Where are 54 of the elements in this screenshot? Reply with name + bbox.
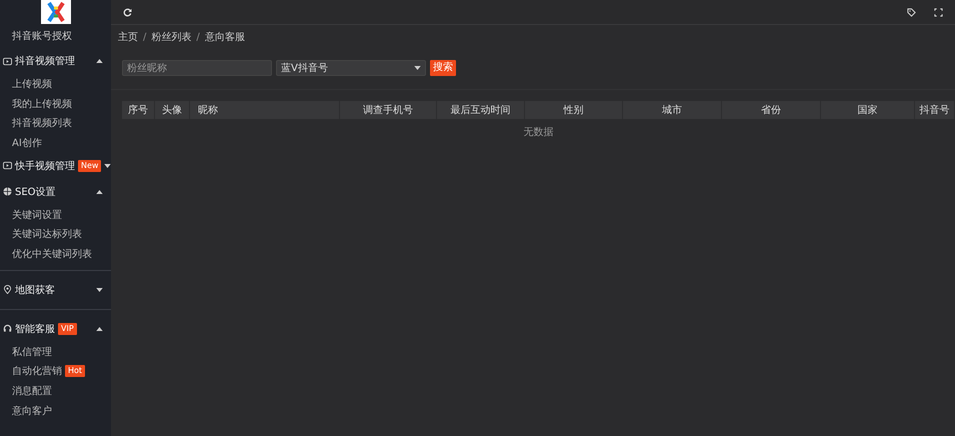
account-select[interactable]: 蓝V抖音号 — [276, 60, 426, 76]
sidebar-item[interactable]: 意向客户 — [12, 404, 52, 418]
breadcrumb-link[interactable]: 主页 — [118, 30, 138, 44]
sidebar-item[interactable]: 关键词达标列表 — [12, 227, 82, 242]
sidebar-item[interactable]: 关键词设置 — [12, 208, 62, 222]
column-header: 性别 — [525, 101, 623, 119]
column-header: 国家 — [821, 101, 915, 119]
caret-icon[interactable] — [414, 66, 421, 70]
breadcrumb-link[interactable]: 粉丝列表 — [151, 30, 192, 44]
sidebar-item[interactable]: 自动化营销 — [12, 364, 62, 378]
refresh-icon[interactable] — [123, 8, 132, 16]
caret-icon[interactable] — [96, 288, 103, 292]
sidebar-item[interactable]: 抖音视频列表 — [12, 116, 72, 130]
nickname-field[interactable]: 粉丝昵称 — [122, 60, 272, 76]
video-icon — [3, 56, 12, 66]
column-header: 昵称 — [190, 101, 340, 119]
column-header: 头像 — [155, 101, 190, 119]
column-header: 城市 — [623, 101, 722, 119]
fullscreen-icon[interactable] — [934, 8, 943, 16]
menu-group-label[interactable]: 快手视频管理 — [15, 158, 75, 173]
sidebar-item[interactable]: 优化中关键词列表 — [12, 246, 92, 261]
column-header: 抖音号 — [915, 101, 955, 119]
breadcrumb-separator: / — [196, 32, 200, 42]
sidebar-item[interactable]: 上传视频 — [12, 76, 52, 91]
search-button[interactable]: 搜索 — [430, 60, 456, 76]
caret-icon[interactable] — [96, 190, 103, 194]
menu-group-label[interactable]: SEO设置 — [15, 184, 56, 199]
breadcrumb-separator: / — [143, 32, 146, 42]
sidebar-item[interactable]: 私信管理 — [12, 344, 52, 359]
sidebar-item[interactable]: 消息配置 — [12, 384, 52, 398]
logo-icon — [40, 0, 70, 24]
menu-badge: Hot — [65, 365, 86, 378]
menu-group-label[interactable]: 抖音视频管理 — [15, 54, 75, 68]
column-header: 最后互动时间 — [437, 101, 525, 119]
caret-icon[interactable] — [104, 164, 112, 168]
breadcrumb-link[interactable]: 意向客服 — [204, 30, 245, 44]
globe-icon — [3, 187, 12, 196]
headset-icon — [3, 324, 12, 334]
column-header: 序号 — [122, 101, 155, 119]
caret-icon[interactable] — [96, 59, 103, 63]
menu-badge: New — [78, 160, 102, 172]
column-header: 调查手机号 — [340, 101, 437, 119]
menu-group-label[interactable]: 地图获客 — [15, 282, 55, 297]
pin-icon — [3, 285, 12, 294]
column-header: 省份 — [722, 101, 821, 119]
tag-icon[interactable] — [907, 8, 916, 16]
menu-badge: VIP — [58, 322, 77, 335]
sidebar-item[interactable]: 我的上传视频 — [12, 96, 72, 111]
menu-group-label[interactable]: 智能客服 — [15, 322, 55, 336]
caret-icon[interactable] — [96, 326, 103, 331]
sidebar-item[interactable]: AI创作 — [12, 136, 42, 150]
video-icon — [3, 161, 12, 170]
sidebar-item[interactable]: 抖音账号授权 — [0, 26, 111, 48]
empty-text: 无数据 — [522, 126, 554, 139]
